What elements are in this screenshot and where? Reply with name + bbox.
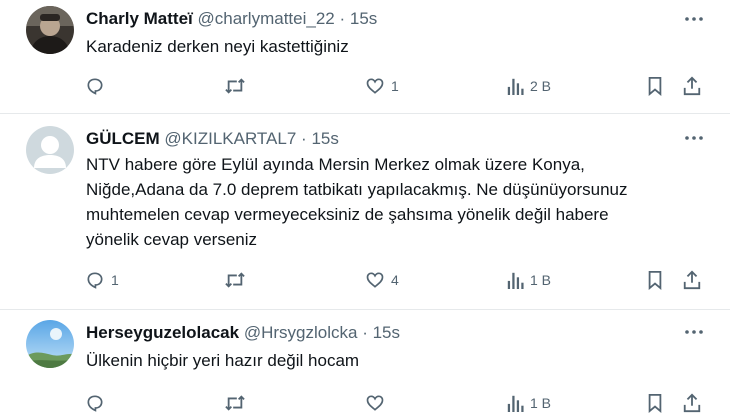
tweet-header: Charly Matteï @charlymattei_22 · 15s [86,9,377,29]
user-handle[interactable]: @charlymattei_22 [197,9,334,28]
display-name[interactable]: Herseyguzelolacak [86,323,239,342]
separator-dot: · [362,323,368,342]
reply-icon [87,395,103,412]
like-icon [366,78,384,94]
share-button[interactable] [682,73,702,99]
like-count: 1 [391,78,399,94]
action-bar: 1 B [0,390,730,416]
timestamp[interactable]: 15s [311,129,338,148]
tweet-header: GÜLCEM @KIZILKARTAL7 · 15s [86,129,339,149]
like-button[interactable]: 4 [365,267,399,293]
views-button[interactable]: 2 B [506,73,551,99]
like-icon [366,395,384,411]
reply-icon [87,272,103,289]
share-icon [683,76,701,96]
bookmark-icon [648,271,662,290]
reply-icon [87,78,103,95]
more-icon[interactable] [684,322,704,342]
share-button[interactable] [682,267,702,293]
like-button[interactable]: 1 [365,73,399,99]
tweet-1[interactable]: Charly Matteï @charlymattei_22 · 15s Kar… [0,0,730,113]
tweet-text: Karadeniz derken neyi kastettiğiniz [86,34,686,59]
views-count: 1 B [530,395,552,411]
tweet-2[interactable]: GÜLCEM @KIZILKARTAL7 · 15s NTV habere gö… [0,114,730,309]
tweet-text: NTV habere göre Eylül ayında Mersin Merk… [86,152,686,252]
views-count: 2 B [530,78,552,94]
bookmark-button[interactable] [646,267,664,293]
tweet-text-line: Ülkenin hiçbir yeri hazır değil hocam [86,351,360,370]
like-button[interactable] [365,390,391,416]
views-icon [507,78,524,95]
bookmark-icon [648,77,662,96]
reply-count: 1 [111,272,119,288]
more-icon[interactable] [684,9,704,29]
avatar[interactable] [26,6,74,54]
display-name[interactable]: GÜLCEM [86,129,160,148]
retweet-button[interactable] [224,267,252,293]
share-button[interactable] [682,390,702,416]
share-icon [683,393,701,413]
retweet-icon [225,272,245,288]
reply-button[interactable]: 1 [85,267,119,293]
tweet-text: Ülkenin hiçbir yeri hazır değil hocam [86,348,686,373]
views-icon [507,395,524,412]
separator-dot: · [301,129,307,148]
display-name[interactable]: Charly Matteï [86,9,193,28]
views-button[interactable]: 1 B [506,390,551,416]
user-handle[interactable]: @Hrsygzlolcka [244,323,358,342]
bookmark-icon [648,394,662,413]
tweet-header: Herseyguzelolacak @Hrsygzlolcka · 15s [86,323,400,343]
like-count: 4 [391,272,399,288]
retweet-button[interactable] [224,390,252,416]
views-icon [507,272,524,289]
avatar[interactable] [26,126,74,174]
action-bar: 1 2 B [0,73,730,99]
action-bar: 1 4 1 B [0,267,730,293]
retweet-icon [225,395,245,411]
tweet-text-line: Karadeniz derken neyi kastettiğiniz [86,37,349,56]
separator-dot: · [339,9,346,28]
views-button[interactable]: 1 B [506,267,551,293]
tweet-text-line: yönelik cevap verseniz [86,230,258,249]
timestamp[interactable]: 15s [350,9,377,28]
avatar[interactable] [26,320,74,368]
more-icon[interactable] [684,128,704,148]
reply-button[interactable] [85,390,111,416]
views-count: 1 B [530,272,552,288]
retweet-icon [225,78,245,94]
user-handle[interactable]: @KIZILKARTAL7 [164,129,296,148]
reply-button[interactable] [85,73,111,99]
retweet-button[interactable] [224,73,252,99]
tweet-text-line: muhtemelen cevap vermeyeceksiniz de şahs… [86,205,609,224]
share-icon [683,270,701,290]
tweet-3[interactable]: Herseyguzelolacak @Hrsygzlolcka · 15s Ül… [0,310,730,420]
tweet-text-line: Niğde,Adana da 7.0 deprem tatbikatı yapı… [86,180,628,199]
bookmark-button[interactable] [646,390,664,416]
bookmark-button[interactable] [646,73,664,99]
tweet-text-line: NTV habere göre Eylül ayında Mersin Merk… [86,155,585,174]
timestamp[interactable]: 15s [373,323,400,342]
like-icon [366,272,384,288]
